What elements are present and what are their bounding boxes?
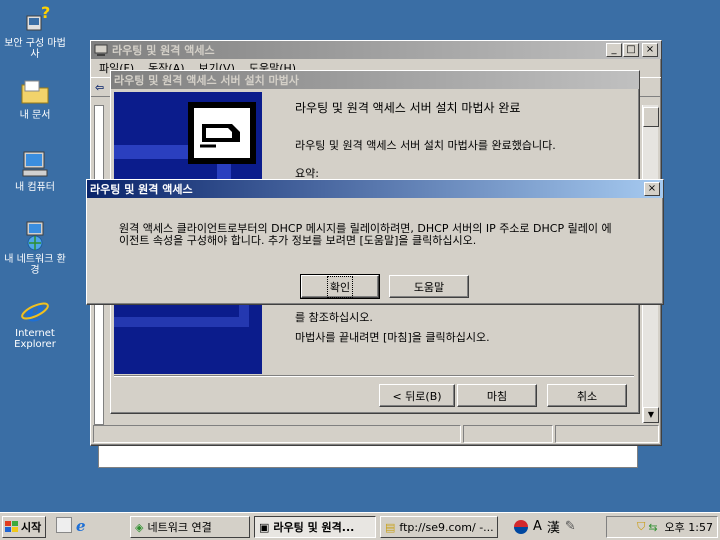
ftp-folder-icon: ▤	[385, 520, 396, 534]
desktop-icon-internet-explorer[interactable]: e Internet Explorer	[4, 294, 66, 350]
console-icon	[94, 44, 108, 56]
background-window	[98, 446, 638, 468]
cancel-button[interactable]: 취소	[547, 384, 627, 407]
back-button[interactable]: < 뒤로(B)	[379, 384, 455, 407]
ime-tool-icon[interactable]: ✎	[565, 519, 576, 534]
desktop-icon-label: 내 네트워크 환경	[4, 254, 66, 276]
clock[interactable]: 오후 1:57	[665, 519, 713, 535]
maximize-button[interactable]: □	[623, 43, 639, 57]
system-tray: ⛉ ⇆ 오후 1:57	[606, 516, 718, 538]
computer-icon	[22, 151, 48, 177]
wizard-completed-text: 라우팅 및 원격 액세스 서버 설치 마법사를 완료했습니다.	[295, 139, 556, 152]
wizard-separator	[114, 375, 634, 377]
console-task-icon: ▣	[259, 520, 270, 534]
hanja-toggle[interactable]: 漢	[547, 517, 560, 536]
svg-text:?: ?	[41, 4, 50, 22]
wizard-titlebar[interactable]: 라우팅 및 원격 액세스 서버 설치 마법사	[111, 71, 639, 89]
wizard-partial-line: 를 참조하십시오.	[295, 311, 373, 324]
security-wizard-icon: ?	[26, 4, 50, 31]
status-bar	[93, 425, 659, 443]
back-arrow-icon[interactable]: ⇦	[95, 81, 104, 94]
task-routing-remote-access[interactable]: ▣ 라우팅 및 원격...	[254, 516, 376, 538]
network-connections-icon: ◈	[135, 520, 144, 534]
desktop-icon-label: Internet Explorer	[14, 328, 56, 350]
message-dialog: 라우팅 및 원격 액세스 × 원격 액세스 클라이언트로부터의 DHCP 메시지…	[86, 179, 664, 305]
network-icon	[26, 221, 44, 251]
korean-flag-icon[interactable]	[514, 519, 528, 534]
scroll-down-arrow-icon[interactable]: ▼	[643, 407, 659, 423]
scrollbar-thumb[interactable]	[643, 107, 659, 127]
desktop-icon-security-wizard[interactable]: ? 보안 구성 마법사	[4, 4, 66, 60]
dialog-title: 라우팅 및 원격 액세스	[90, 183, 193, 196]
close-button[interactable]: ×	[642, 43, 658, 57]
network-tray-icon[interactable]: ⇆	[648, 521, 657, 534]
taskbar: 시작 e ◈ 네트워크 연결 ▣ 라우팅 및 원격... ▤ ftp://se9…	[0, 512, 720, 540]
folder-icon	[21, 80, 49, 104]
main-window-titlebar[interactable]: 라우팅 및 원격 액세스 _ □ ×	[91, 41, 661, 59]
desktop-icon-my-computer[interactable]: 내 컴퓨터	[4, 148, 66, 193]
finish-button[interactable]: 마침	[457, 384, 537, 407]
dialog-message-line2: 이전트 속성을 구성해야 합니다. 추가 정보를 보려면 [도움말]을 클릭하십…	[119, 234, 477, 247]
security-shield-icon[interactable]: ⛉	[637, 520, 645, 534]
language-bar: A 漢 ✎	[514, 517, 576, 536]
dialog-titlebar[interactable]: 라우팅 및 원격 액세스 ×	[87, 180, 663, 198]
quick-launch: e	[56, 517, 86, 535]
desktop-icon-network-places[interactable]: 내 네트워크 환경	[4, 220, 66, 276]
task-ftp[interactable]: ▤ ftp://se9.com/ -...	[380, 516, 498, 538]
start-button[interactable]: 시작	[2, 516, 46, 538]
windows-logo-icon	[5, 521, 18, 532]
wizard-close-text: 마법사를 끝내려면 [마침]을 클릭하십시오.	[295, 331, 490, 344]
dialog-close-button[interactable]: ×	[644, 182, 660, 196]
show-desktop-icon[interactable]	[56, 517, 72, 533]
wizard-heading: 라우팅 및 원격 액세스 서버 설치 마법사 완료	[295, 101, 521, 115]
help-button[interactable]: 도움말	[389, 275, 469, 298]
task-network-connections[interactable]: ◈ 네트워크 연결	[130, 516, 250, 538]
internet-explorer-quick-icon[interactable]: e	[76, 517, 86, 535]
desktop-icon-label: 내 문서	[19, 110, 51, 121]
ok-button[interactable]: 확인	[300, 274, 380, 299]
internet-explorer-icon: e	[21, 294, 49, 326]
main-window-title: 라우팅 및 원격 액세스	[112, 44, 215, 57]
desktop-icon-label: 내 컴퓨터	[15, 182, 55, 193]
minimize-button[interactable]: _	[606, 43, 622, 57]
desktop-icon-my-documents[interactable]: 내 문서	[4, 76, 66, 121]
input-mode-a[interactable]: A	[533, 519, 542, 534]
wizard-title: 라우팅 및 원격 액세스 서버 설치 마법사	[114, 74, 299, 87]
desktop-icon-label: 보안 구성 마법사	[4, 38, 66, 60]
